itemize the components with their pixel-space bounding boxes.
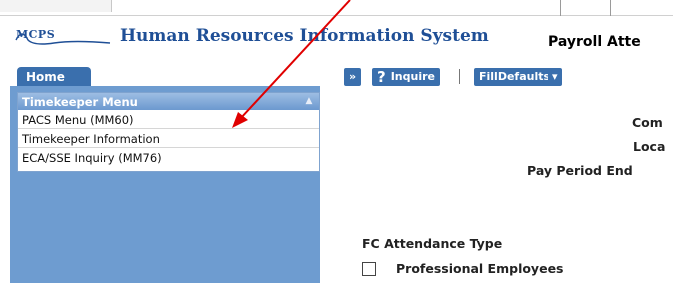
sidebar-item-eca-sse-inquiry[interactable]: ECA/SSE Inquiry (MM76) (18, 148, 319, 167)
app-title: Human Resources Information System (120, 26, 489, 46)
location-label: Loca (633, 139, 666, 154)
home-bar: Home (0, 62, 320, 86)
pay-period-end-label: Pay Period End (527, 163, 633, 178)
mcps-logo: MCPS (14, 26, 114, 48)
filldefaults-button[interactable]: FillDefaults (474, 68, 556, 86)
expand-button[interactable]: » (344, 68, 362, 86)
toolbar: » ? Inquire FillDefaults ▾ (320, 62, 673, 90)
collapse-chevron-icon[interactable]: ▲ (303, 95, 315, 107)
question-icon: ? (377, 68, 386, 86)
sidebar-item-timekeeper-information[interactable]: Timekeeper Information (18, 129, 319, 148)
browser-tab[interactable] (0, 0, 112, 12)
menu-header[interactable]: Timekeeper Menu ▲ (18, 93, 319, 110)
browser-tab-strip (0, 0, 673, 16)
tab-divider (610, 0, 611, 16)
app-header: MCPS Human Resources Information System … (0, 16, 673, 62)
inquire-button[interactable]: ? Inquire (372, 68, 440, 86)
company-label: Com (632, 115, 663, 130)
timekeeper-menu-panel: Timekeeper Menu ▲ PACS Menu (MM60) Timek… (17, 92, 320, 172)
fc-attendance-type-label: FC Attendance Type (362, 236, 503, 251)
professional-employees-checkbox[interactable] (362, 262, 376, 276)
sidebar-item-pacs-menu[interactable]: PACS Menu (MM60) (18, 110, 319, 129)
professional-employees-label: Professional Employees (396, 261, 564, 276)
inquire-label: Inquire (390, 70, 435, 83)
logo-text: MCPS (16, 28, 56, 41)
tab-divider (560, 0, 561, 16)
tab-home[interactable]: Home (17, 67, 91, 86)
page-title: Payroll Atte (548, 34, 641, 50)
menu-title: Timekeeper Menu (22, 95, 138, 109)
toolbar-separator (459, 69, 460, 84)
filldefaults-dropdown-button[interactable]: ▾ (548, 68, 562, 86)
